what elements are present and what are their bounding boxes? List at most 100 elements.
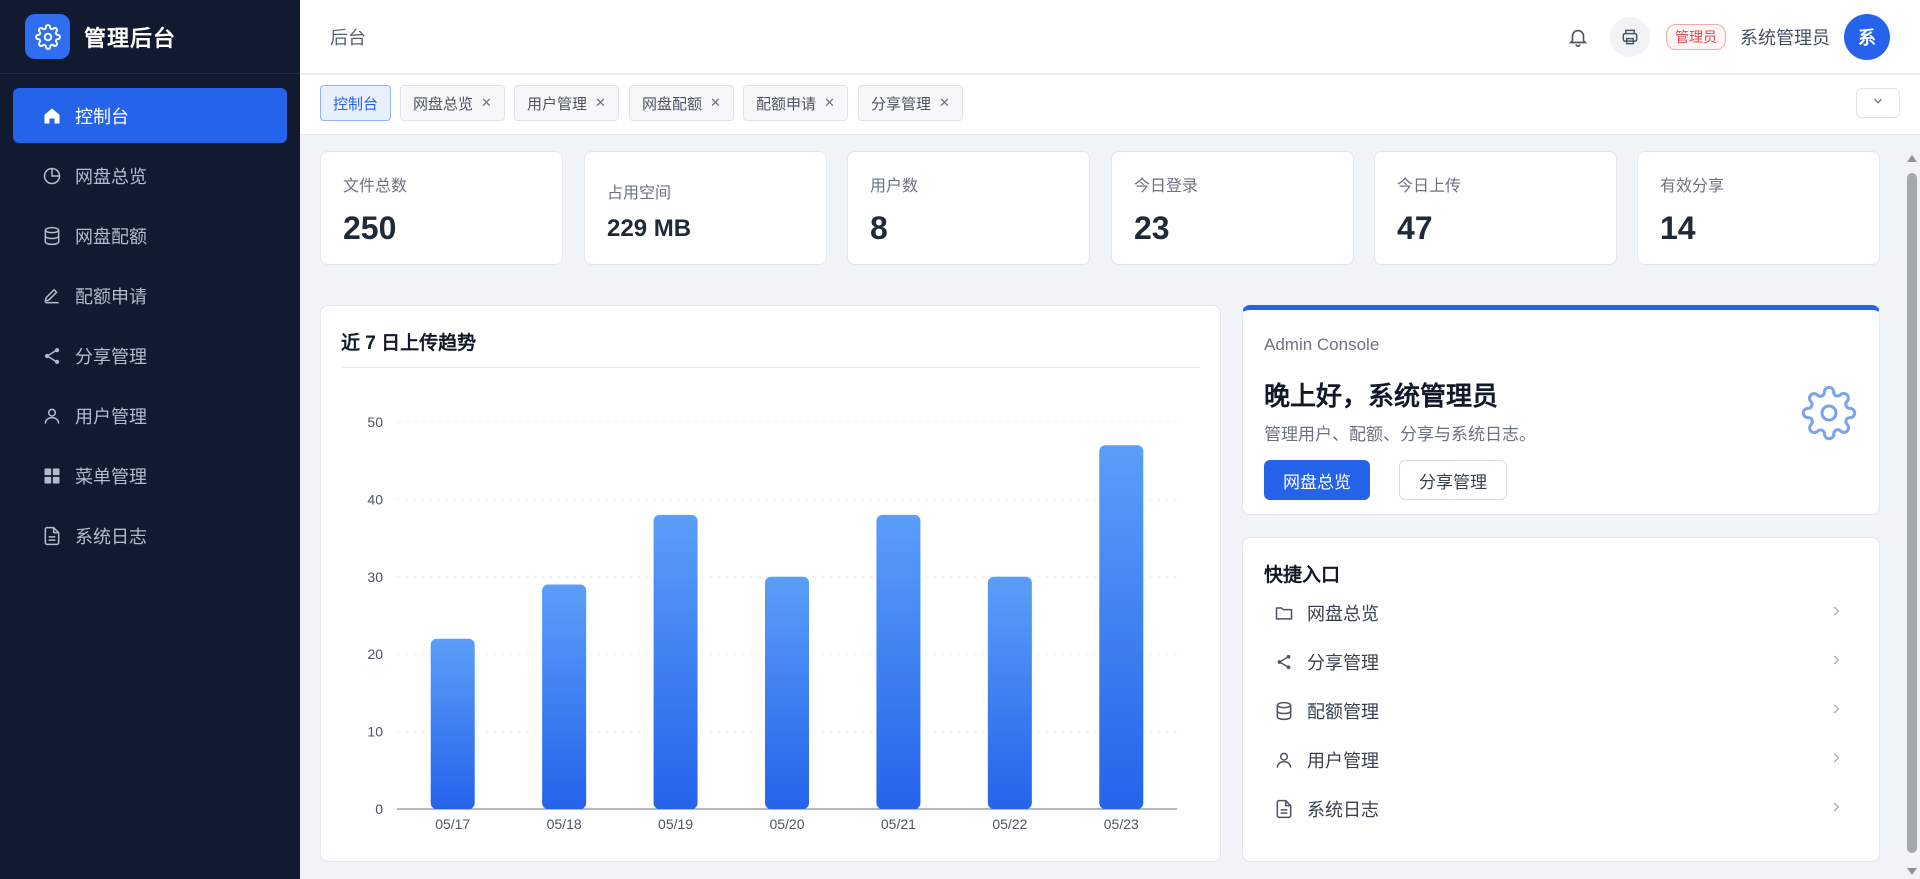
stat-value: 47	[1397, 210, 1433, 246]
chevron-right-icon	[1829, 652, 1843, 673]
sidebar-item-label: 分享管理	[75, 346, 147, 367]
upload-trend-chart: 0 10 20 30 40 50 05/17 05/18 05/19 05/20 05/21 05/2…	[367, 414, 1177, 832]
scroll-up-arrow-icon[interactable]	[1907, 155, 1917, 162]
sidebar-item-disk-overview[interactable]: 网盘总览	[13, 148, 287, 203]
y-tick-label: 10	[367, 724, 383, 740]
header-actions: 管理员 系统管理员 系	[1558, 0, 1890, 74]
page-scrollbar[interactable]	[1904, 151, 1920, 879]
brand: 管理后台	[0, 0, 300, 74]
x-tick-label: 05/20	[769, 816, 804, 832]
tab-quota-request[interactable]: 配额申请 ✕	[743, 85, 848, 121]
bar	[1099, 445, 1144, 809]
quick-links-title: 快捷入口	[1264, 565, 1341, 586]
bar	[765, 576, 809, 809]
stat-card-storage-used: 占用空间 229 MB	[584, 151, 827, 265]
printer-icon[interactable]	[1610, 17, 1650, 57]
y-tick-label: 50	[367, 414, 383, 430]
stat-value: 23	[1134, 210, 1170, 246]
grid-icon	[41, 465, 63, 487]
x-tick-label: 05/21	[881, 816, 916, 832]
quick-link-quota-manage[interactable]: 配额管理	[1263, 686, 1859, 735]
sidebar-item-label: 系统日志	[75, 526, 147, 547]
quick-link-disk-overview[interactable]: 网盘总览	[1263, 588, 1859, 637]
sidebar-item-label: 菜单管理	[75, 466, 147, 487]
top-header: 后台 管理员 系统管理员 系	[300, 0, 1920, 74]
close-icon[interactable]: ✕	[710, 95, 721, 111]
stat-label: 文件总数	[343, 178, 408, 195]
scroll-down-arrow-icon[interactable]	[1907, 868, 1917, 875]
home-icon	[41, 105, 63, 127]
close-icon[interactable]: ✕	[595, 95, 606, 111]
y-tick-label: 40	[367, 491, 383, 507]
scroll-thumb[interactable]	[1907, 173, 1917, 853]
x-tick-label: 05/19	[658, 816, 693, 832]
quick-link-label: 分享管理	[1307, 652, 1379, 673]
tab-disk-quota[interactable]: 网盘配额 ✕	[629, 85, 734, 121]
tab-label: 分享管理	[871, 95, 932, 113]
tab-share-manage[interactable]: 分享管理 ✕	[858, 85, 963, 121]
quick-links-card: 快捷入口 网盘总览 分享管理 配额管理 用户管理 系统日志	[1242, 537, 1880, 862]
file-text-icon	[1273, 798, 1295, 820]
user-icon	[1273, 749, 1295, 771]
gear-icon	[25, 14, 70, 59]
tab-user-manage[interactable]: 用户管理 ✕	[514, 85, 619, 121]
pie-chart-icon	[41, 165, 63, 187]
chevron-down-icon	[1871, 94, 1885, 113]
x-tick-label: 05/23	[1104, 816, 1139, 832]
close-icon[interactable]: ✕	[939, 95, 950, 111]
quick-link-user-manage[interactable]: 用户管理	[1263, 735, 1859, 784]
tabs-dropdown-button[interactable]	[1856, 88, 1900, 118]
share-manage-button[interactable]: 分享管理	[1399, 460, 1507, 500]
sidebar-item-label: 用户管理	[75, 406, 147, 427]
close-icon[interactable]: ✕	[481, 95, 492, 111]
quick-link-label: 用户管理	[1307, 750, 1379, 771]
tab-dashboard[interactable]: 控制台	[320, 85, 392, 121]
quick-link-system-log[interactable]: 系统日志	[1263, 784, 1859, 833]
tabs-bar: 控制台 网盘总览 ✕ 用户管理 ✕ 网盘配额 ✕ 配额申请 ✕ 分享管理 ✕	[300, 75, 1920, 135]
sidebar-item-dashboard[interactable]: 控制台	[13, 88, 287, 143]
welcome-card: Admin Console 晚上好，系统管理员 管理用户、配额、分享与系统日志。…	[1242, 305, 1880, 515]
x-tick-label: 05/18	[547, 816, 582, 832]
quick-link-label: 配额管理	[1307, 701, 1379, 722]
sidebar-item-share-manage[interactable]: 分享管理	[13, 328, 287, 383]
sidebar-item-user-manage[interactable]: 用户管理	[13, 388, 287, 443]
chevron-right-icon	[1829, 799, 1843, 820]
avatar[interactable]: 系	[1844, 14, 1890, 60]
stat-card-active-shares: 有效分享 14	[1637, 151, 1880, 265]
tab-label: 控制台	[333, 95, 379, 113]
folder-icon	[1273, 602, 1295, 624]
tab-label: 网盘配额	[642, 95, 703, 113]
y-tick-label: 20	[367, 646, 383, 662]
sidebar-item-label: 网盘总览	[75, 166, 147, 187]
quick-link-label: 系统日志	[1307, 799, 1379, 820]
sidebar-item-label: 网盘配额	[75, 226, 147, 247]
stat-value: 14	[1660, 210, 1696, 246]
database-icon	[1273, 700, 1295, 722]
sidebar-item-label: 配额申请	[75, 286, 147, 307]
stat-label: 有效分享	[1660, 178, 1725, 195]
welcome-description: 管理用户、配额、分享与系统日志。	[1264, 425, 1536, 444]
quick-link-share-manage[interactable]: 分享管理	[1263, 637, 1859, 686]
x-tick-label: 05/22	[992, 816, 1027, 832]
gear-icon	[1801, 385, 1857, 446]
chevron-right-icon	[1829, 603, 1843, 624]
bar	[987, 576, 1032, 809]
sidebar-item-disk-quota[interactable]: 网盘配额	[13, 208, 287, 263]
disk-overview-button[interactable]: 网盘总览	[1264, 460, 1370, 500]
stat-value: 229 MB	[607, 215, 692, 242]
chevron-right-icon	[1829, 750, 1843, 771]
user-name[interactable]: 系统管理员	[1740, 24, 1830, 50]
tab-label: 用户管理	[527, 95, 588, 113]
sidebar-item-menu-manage[interactable]: 菜单管理	[13, 448, 287, 503]
sidebar-item-label: 控制台	[75, 106, 129, 127]
brand-title: 管理后台	[84, 25, 177, 51]
sidebar-item-quota-request[interactable]: 配额申请	[13, 268, 287, 323]
close-icon[interactable]: ✕	[824, 95, 835, 111]
edit-icon	[41, 285, 63, 307]
stat-card-file-count: 文件总数 250	[320, 151, 563, 265]
bell-icon[interactable]	[1558, 17, 1598, 57]
sidebar: 管理后台 控制台 网盘总览 网盘配额 配额申请 分享管理 用户管理 菜单管理 系…	[0, 0, 300, 879]
sidebar-item-system-log[interactable]: 系统日志	[13, 508, 287, 563]
tab-disk-overview[interactable]: 网盘总览 ✕	[400, 85, 505, 121]
bar	[876, 514, 921, 809]
